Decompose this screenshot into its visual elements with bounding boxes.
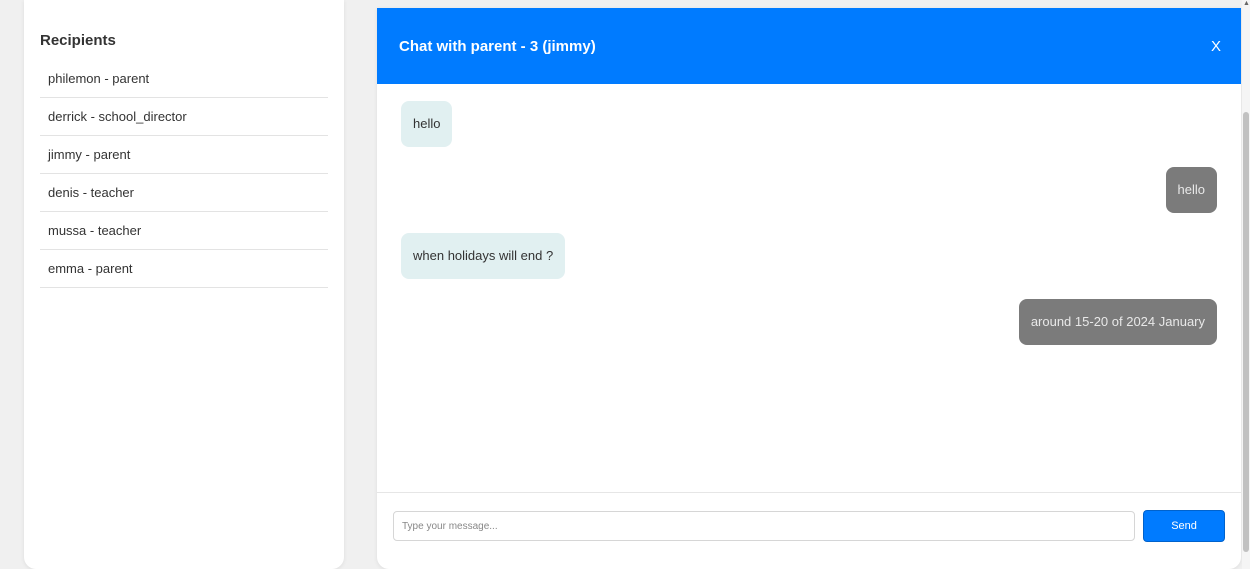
message-input[interactable] bbox=[393, 511, 1136, 541]
recipient-list: philemon - parent derrick - school_direc… bbox=[40, 60, 328, 288]
chat-window: Chat with parent - 3 (jimmy) X hello hel… bbox=[377, 8, 1241, 569]
recipient-item-jimmy[interactable]: jimmy - parent bbox=[40, 136, 328, 174]
recipients-panel: Recipients philemon - parent derrick - s… bbox=[24, 0, 344, 569]
recipient-item-emma[interactable]: emma - parent bbox=[40, 250, 328, 288]
recipient-item-derrick[interactable]: derrick - school_director bbox=[40, 98, 328, 136]
close-chat-button[interactable]: X bbox=[1207, 34, 1225, 59]
page-scrollbar-thumb[interactable] bbox=[1243, 112, 1249, 552]
recipient-item-philemon[interactable]: philemon - parent bbox=[40, 60, 328, 98]
message-row: hello bbox=[401, 167, 1217, 213]
message-list: hello hello when holidays will end ? aro… bbox=[377, 84, 1241, 492]
message-row: hello bbox=[401, 101, 1217, 147]
composer-divider bbox=[377, 492, 1241, 493]
message-row: when holidays will end ? bbox=[401, 233, 1217, 279]
incoming-message-bubble: hello bbox=[401, 101, 453, 147]
outgoing-message-bubble: hello bbox=[1165, 167, 1217, 213]
chat-header: Chat with parent - 3 (jimmy) X bbox=[377, 8, 1241, 84]
incoming-message-bubble: when holidays will end ? bbox=[401, 233, 566, 279]
chat-title: Chat with parent - 3 (jimmy) bbox=[399, 37, 596, 55]
scroll-up-arrow-icon[interactable]: ▲ bbox=[1243, 0, 1250, 8]
message-composer: Send bbox=[393, 510, 1225, 542]
message-row: around 15-20 of 2024 January bbox=[401, 299, 1217, 345]
send-button[interactable]: Send bbox=[1143, 510, 1225, 542]
outgoing-message-bubble: around 15-20 of 2024 January bbox=[1018, 299, 1217, 345]
recipient-item-denis[interactable]: denis - teacher bbox=[40, 174, 328, 212]
recipient-item-mussa[interactable]: mussa - teacher bbox=[40, 212, 328, 250]
recipients-title: Recipients bbox=[40, 32, 116, 49]
